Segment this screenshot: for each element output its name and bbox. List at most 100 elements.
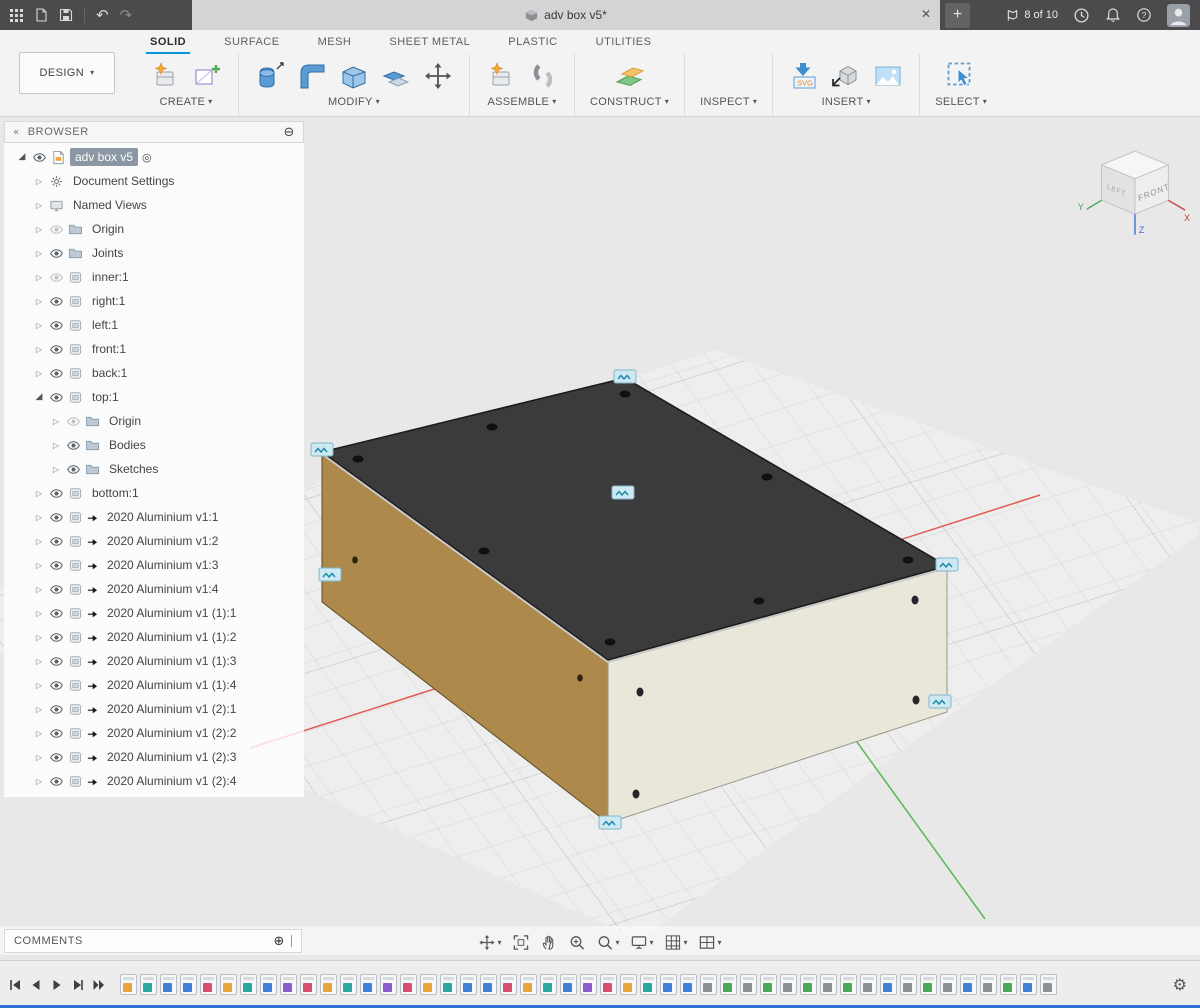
tree-item-bodies[interactable]: ▷Bodies xyxy=(4,433,304,457)
tree-item-2020-aluminium-v1-2-3[interactable]: ▷2020 Aluminium v1 (2):3 xyxy=(4,745,304,769)
tree-item-2020-aluminium-v1-2-2[interactable]: ▷ 2020 Aluminium v1 (2):2 xyxy=(4,721,304,745)
combine-button[interactable] xyxy=(380,60,412,92)
tree-item-label[interactable]: Joints xyxy=(87,244,128,262)
insert-mesh-button[interactable] xyxy=(830,60,862,92)
tree-item-label[interactable]: 2020 Aluminium v1 (2):2 xyxy=(102,724,241,742)
visibility-eye-icon[interactable] xyxy=(66,414,81,429)
timeline-feature-extrude[interactable] xyxy=(1020,974,1037,995)
tree-item-2020-aluminium-v1-2-4[interactable]: ▷ 2020 Aluminium v1 (2):4 xyxy=(4,769,304,793)
disclosure-triangle[interactable]: ▷ xyxy=(33,537,45,546)
timeline-feature-pattern[interactable] xyxy=(280,974,297,995)
joint-origin-marker[interactable] xyxy=(936,558,958,571)
select-button[interactable] xyxy=(945,60,977,92)
timeline-feature-sketch[interactable] xyxy=(640,974,657,995)
tree-item-label[interactable]: 2020 Aluminium v1 (1):3 xyxy=(102,652,241,670)
joint-origin-marker[interactable] xyxy=(311,443,333,456)
timeline-feature-component[interactable] xyxy=(320,974,337,995)
disclosure-triangle[interactable]: ▷ xyxy=(33,489,45,498)
timeline-feature-joint[interactable] xyxy=(720,974,737,995)
tree-item-adv-box-v5[interactable]: ◢adv box v5◎ xyxy=(4,145,304,169)
disclosure-triangle[interactable]: ▷ xyxy=(33,561,45,570)
timeline-feature-extrude[interactable] xyxy=(360,974,377,995)
disclosure-triangle[interactable]: ▷ xyxy=(50,417,62,426)
viewport-canvas[interactable]: LEFT FRONT X Y Z « BROWSER ⊖ ◢adv box v5… xyxy=(0,117,1200,960)
timeline-feature-joint[interactable] xyxy=(740,974,757,995)
timeline-feature-joint[interactable] xyxy=(700,974,717,995)
visibility-eye-icon[interactable] xyxy=(49,534,64,549)
visibility-eye-icon[interactable] xyxy=(49,606,64,621)
comments-bar[interactable]: COMMENTS ⊕ xyxy=(4,929,302,953)
disclosure-triangle[interactable]: ▷ xyxy=(33,369,45,378)
new-component-button[interactable] xyxy=(149,60,181,92)
joint-origin-marker[interactable] xyxy=(612,486,634,499)
layout-grid-button[interactable]: ▾ xyxy=(665,934,688,951)
disclosure-triangle[interactable]: ▷ xyxy=(33,633,45,642)
redo-icon[interactable]: ↷ xyxy=(120,8,133,23)
tree-item-label[interactable]: right:1 xyxy=(87,292,130,310)
tree-item-label[interactable]: Named Views xyxy=(68,196,152,214)
timeline-feature-sketch[interactable] xyxy=(240,974,257,995)
visibility-eye-icon[interactable] xyxy=(49,726,64,741)
visibility-eye-icon[interactable] xyxy=(49,246,64,261)
timeline-feature-extrude[interactable] xyxy=(260,974,277,995)
joint-origin-marker[interactable] xyxy=(614,370,636,383)
timeline-feature-joint[interactable] xyxy=(800,974,817,995)
disclosure-triangle[interactable]: ▷ xyxy=(33,753,45,762)
timeline-feature-joint[interactable] xyxy=(920,974,937,995)
visibility-eye-icon[interactable] xyxy=(49,510,64,525)
create-sketch-button[interactable] xyxy=(191,60,223,92)
timeline-feature-extrude[interactable] xyxy=(480,974,497,995)
timeline-step-forward-button[interactable] xyxy=(71,978,85,992)
tree-item-label[interactable]: front:1 xyxy=(87,340,131,358)
disclosure-triangle[interactable]: ▷ xyxy=(33,777,45,786)
tree-item-named-views[interactable]: ▷ Named Views xyxy=(4,193,304,217)
disclosure-triangle[interactable]: ▷ xyxy=(33,729,45,738)
timeline-feature-joint[interactable] xyxy=(780,974,797,995)
timeline-feature-joint[interactable] xyxy=(900,974,917,995)
tree-item-2020-aluminium-v1-2-1[interactable]: ▷2020 Aluminium v1 (2):1 xyxy=(4,697,304,721)
timeline-feature-hole[interactable] xyxy=(300,974,317,995)
visibility-eye-icon[interactable] xyxy=(49,342,64,357)
toolbar-tab-utilities[interactable]: UTILITIES xyxy=(592,33,656,54)
disclosure-triangle[interactable]: ▷ xyxy=(33,657,45,666)
visibility-eye-icon[interactable] xyxy=(49,222,64,237)
browser-header[interactable]: « BROWSER ⊖ xyxy=(4,121,304,143)
help-icon[interactable]: ? xyxy=(1136,7,1152,23)
disclosure-triangle[interactable]: ▷ xyxy=(33,201,45,210)
file-menu-icon[interactable] xyxy=(34,8,48,22)
decal-button[interactable] xyxy=(872,60,904,92)
new-document-tab-button[interactable]: + xyxy=(945,3,970,28)
tree-item-2020-aluminium-v1-1-3[interactable]: ▷ 2020 Aluminium v1 (1):3 xyxy=(4,649,304,673)
timeline-settings-gear-icon[interactable]: ⚙ xyxy=(1173,977,1200,993)
tree-item-label[interactable]: left:1 xyxy=(87,316,123,334)
timeline-feature-extrude[interactable] xyxy=(560,974,577,995)
timeline-feature-pattern[interactable] xyxy=(380,974,397,995)
tree-item-joints[interactable]: ▷ Joints xyxy=(4,241,304,265)
disclosure-triangle[interactable]: ▷ xyxy=(33,297,45,306)
tree-item-label[interactable]: top:1 xyxy=(87,388,124,406)
joint-origin-marker[interactable] xyxy=(319,568,341,581)
timeline-feature-joint[interactable] xyxy=(840,974,857,995)
toolbar-tab-surface[interactable]: SURFACE xyxy=(220,33,283,54)
timeline-feature-hole[interactable] xyxy=(400,974,417,995)
timeline-feature-extrude[interactable] xyxy=(880,974,897,995)
visibility-eye-icon[interactable] xyxy=(49,366,64,381)
tree-item-label[interactable]: Document Settings xyxy=(68,172,179,190)
disclosure-triangle[interactable]: ▷ xyxy=(33,249,45,258)
visibility-eye-icon[interactable] xyxy=(49,294,64,309)
timeline-feature-joint[interactable] xyxy=(760,974,777,995)
tool-group-label-inspect[interactable]: INSPECT▾ xyxy=(700,96,757,108)
timeline-skip-to-start-button[interactable] xyxy=(8,978,22,992)
timeline-play-button[interactable] xyxy=(50,978,64,992)
notifications-bell-icon[interactable] xyxy=(1105,7,1121,23)
timeline-feature-extrude[interactable] xyxy=(960,974,977,995)
tree-item-2020-aluminium-v1-4[interactable]: ▷ 2020 Aluminium v1:4 xyxy=(4,577,304,601)
disclosure-triangle[interactable]: ▷ xyxy=(33,585,45,594)
timeline-feature-sketch[interactable] xyxy=(340,974,357,995)
tree-item-label[interactable]: 2020 Aluminium v1:4 xyxy=(102,580,223,598)
disclosure-triangle[interactable]: ▷ xyxy=(33,321,45,330)
tree-item-front-1[interactable]: ▷front:1 xyxy=(4,337,304,361)
tree-item-label[interactable]: 2020 Aluminium v1 (2):4 xyxy=(102,772,241,790)
visibility-eye-icon[interactable] xyxy=(49,582,64,597)
disclosure-triangle[interactable]: ▷ xyxy=(50,441,62,450)
